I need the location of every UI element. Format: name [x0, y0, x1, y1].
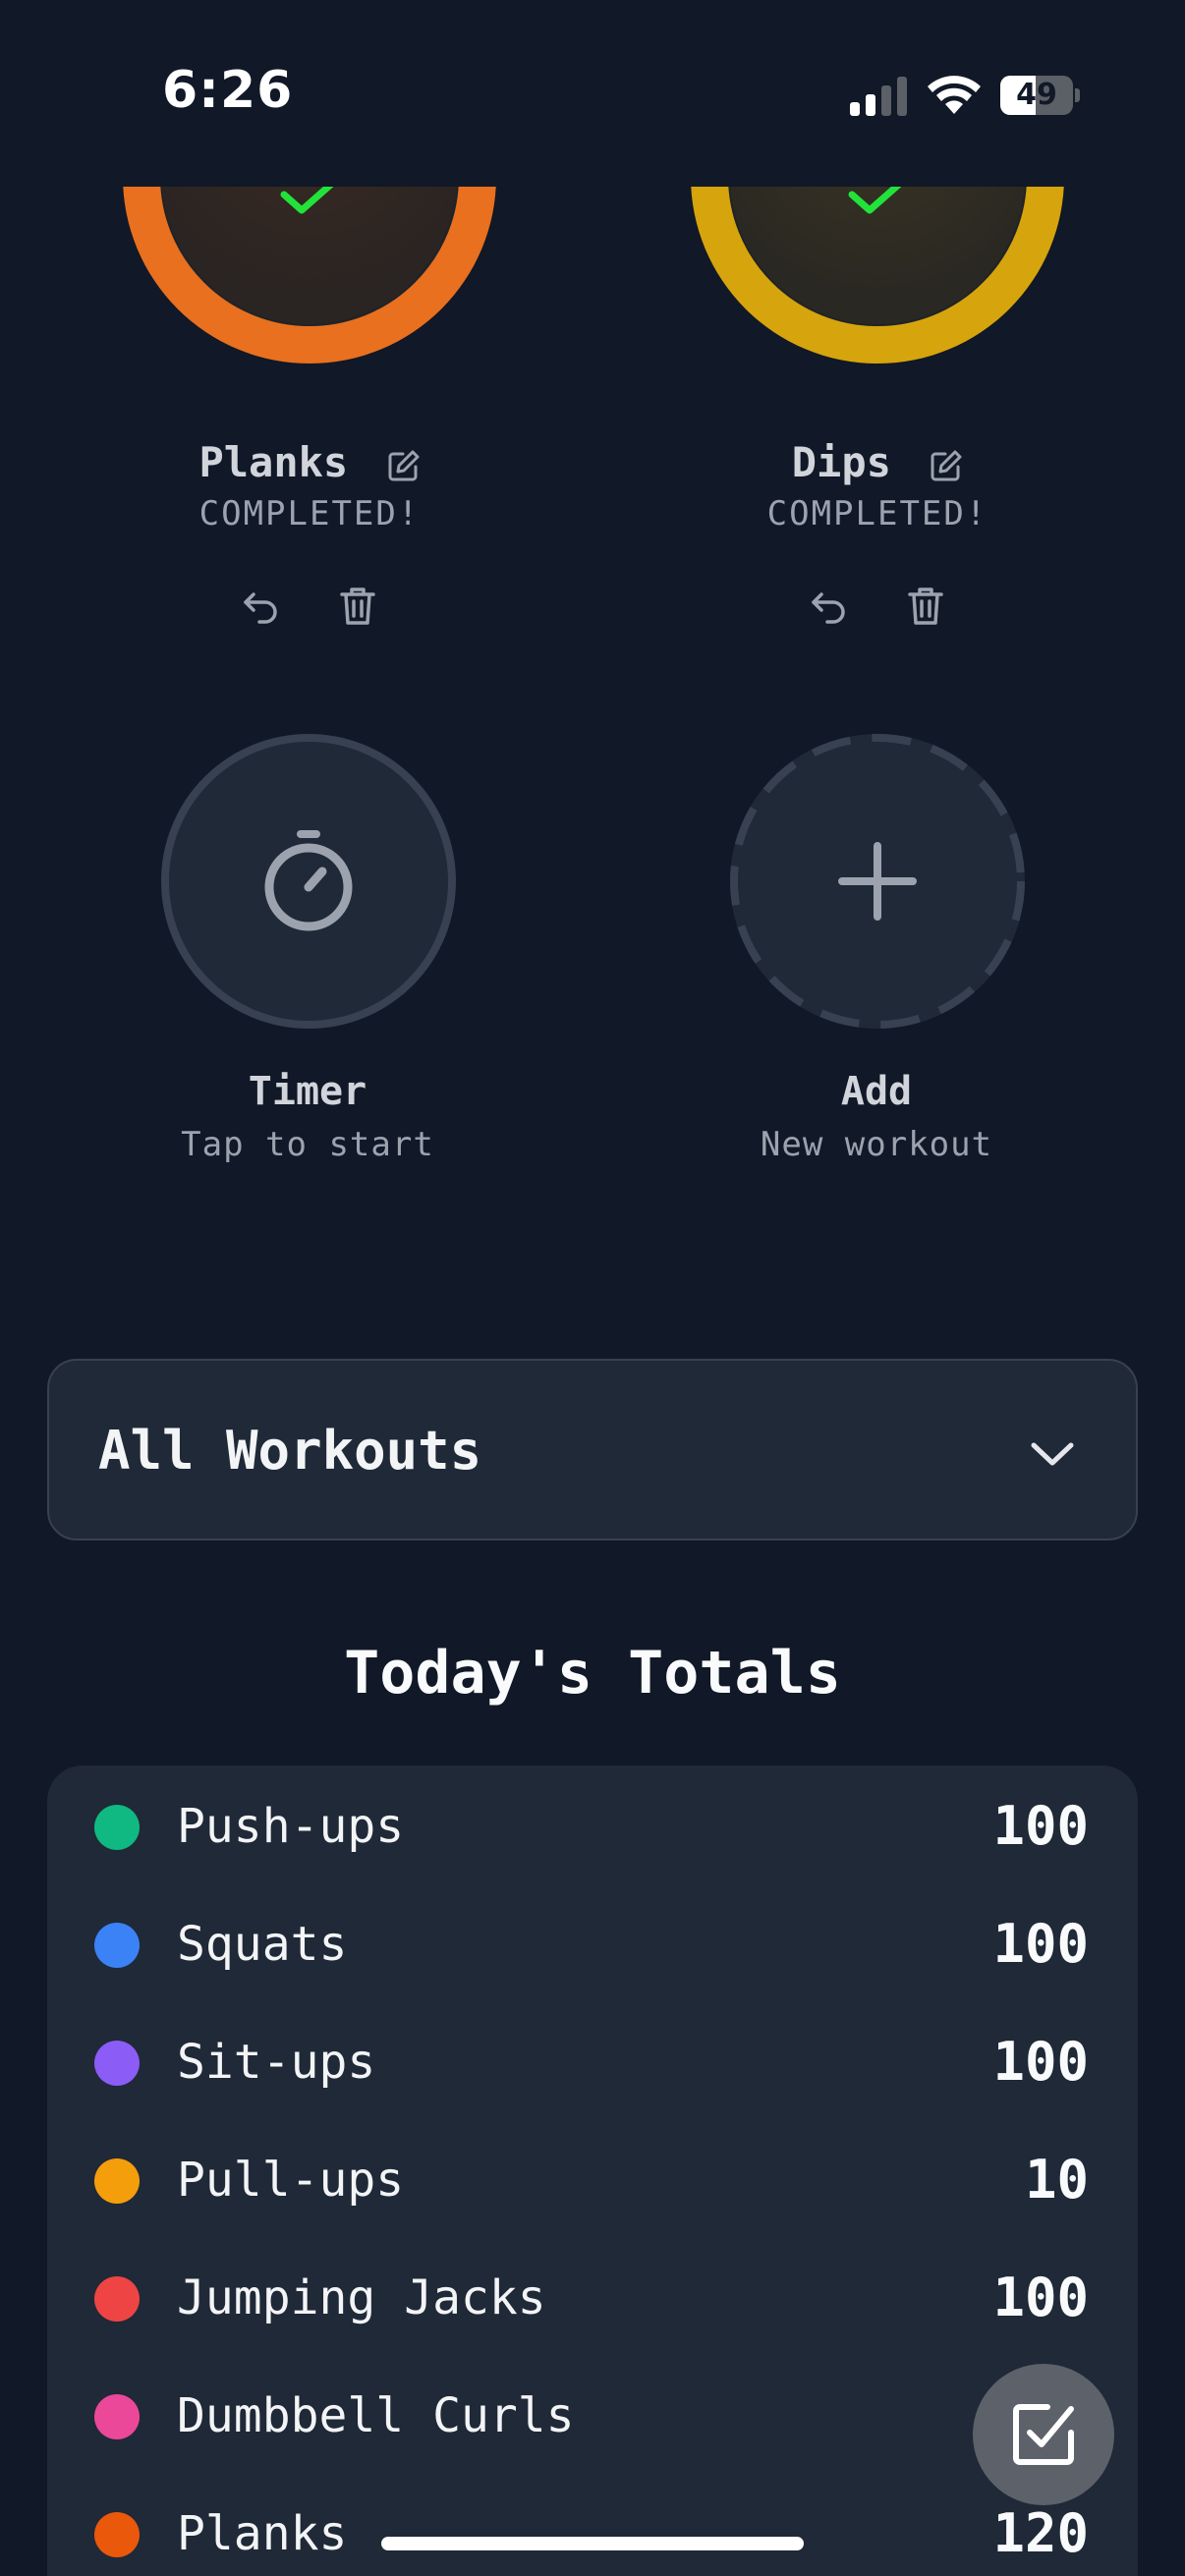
- log-workout-fab[interactable]: [973, 2364, 1114, 2505]
- card-title-row[interactable]: Dips: [671, 438, 1084, 486]
- workout-name: Jumping Jacks: [177, 2270, 546, 2325]
- color-dot: [94, 2158, 140, 2204]
- card-actions: [671, 585, 1084, 628]
- workout-status: COMPLETED!: [198, 494, 421, 533]
- checkbox-icon: [1013, 2404, 1074, 2465]
- edit-icon[interactable]: [387, 449, 421, 482]
- undo-icon[interactable]: [808, 585, 851, 628]
- home-indicator[interactable]: [381, 2537, 804, 2550]
- battery-tip: [1075, 88, 1080, 102]
- workout-total: 100: [992, 2031, 1089, 2093]
- workout-total: 100: [992, 2267, 1089, 2328]
- battery-percent: 49: [1016, 78, 1057, 112]
- cellular-signal-icon: [850, 77, 907, 116]
- workout-name: Sit-ups: [177, 2035, 376, 2090]
- workout-name: Push-ups: [177, 1799, 405, 1854]
- wifi-icon: [928, 76, 981, 114]
- status-time: 6:26: [162, 61, 294, 120]
- timer-sublabel: Tap to start: [181, 1125, 434, 1164]
- totals-row: Pull-ups 10: [47, 2119, 1138, 2237]
- workout-status: COMPLETED!: [766, 494, 988, 533]
- workout-name: Pull-ups: [177, 2153, 405, 2208]
- color-dot: [94, 2276, 140, 2322]
- dropdown-selected-value: All Workouts: [98, 1420, 482, 1482]
- totals-title: Today's Totals: [344, 1639, 841, 1708]
- workout-total: 10: [1024, 2149, 1089, 2211]
- card-title-row[interactable]: Planks: [103, 438, 516, 486]
- color-dot: [94, 2512, 140, 2557]
- totals-row: Sit-ups 100: [47, 2001, 1138, 2119]
- color-dot: [94, 2041, 140, 2086]
- stopwatch-icon: [264, 830, 353, 931]
- totals-list: Push-ups 100 Squats 100 Sit-ups 100 Pull…: [47, 1765, 1138, 2576]
- totals-row: Dumbbell Curls: [47, 2355, 1138, 2473]
- status-bar: 6:26 49: [0, 0, 1185, 187]
- color-dot: [94, 2394, 140, 2439]
- workout-name: Squats: [177, 1917, 348, 1972]
- add-sublabel: New workout: [760, 1125, 993, 1164]
- add-label: Add: [840, 1069, 913, 1114]
- workout-name: Planks: [177, 2506, 348, 2561]
- edit-icon[interactable]: [930, 449, 963, 482]
- color-dot: [94, 1805, 140, 1850]
- totals-row: Jumping Jacks 100: [47, 2237, 1138, 2355]
- battery-indicator: 49: [1000, 76, 1080, 115]
- color-dot: [94, 1923, 140, 1968]
- workout-name: Dumbbell Curls: [177, 2388, 575, 2443]
- workout-total: 100: [992, 1795, 1089, 1857]
- totals-row: Push-ups 100: [47, 1765, 1138, 1883]
- workout-total: 100: [992, 1913, 1089, 1975]
- workout-total: 120: [992, 2502, 1089, 2564]
- totals-row: Squats 100: [47, 1883, 1138, 2001]
- battery-body: 49: [1000, 76, 1073, 115]
- timer-label: Timer: [248, 1069, 367, 1114]
- card-actions: [103, 585, 516, 628]
- trash-icon[interactable]: [904, 585, 947, 628]
- workout-title: Planks: [198, 438, 349, 486]
- plus-icon: [838, 842, 917, 921]
- undo-icon[interactable]: [240, 585, 283, 628]
- add-workout-button[interactable]: [730, 734, 1025, 1029]
- workout-filter-dropdown[interactable]: All Workouts: [47, 1359, 1138, 1540]
- totals-row: Planks 120: [47, 2473, 1138, 2576]
- app-screen: 6:26 49 Planks COMPLETED! Dips COMPLETED…: [0, 0, 1185, 2576]
- chevron-down-icon: [1031, 1442, 1074, 1466]
- trash-icon[interactable]: [336, 585, 379, 628]
- workout-title: Dips: [791, 438, 891, 486]
- timer-button[interactable]: [161, 734, 456, 1029]
